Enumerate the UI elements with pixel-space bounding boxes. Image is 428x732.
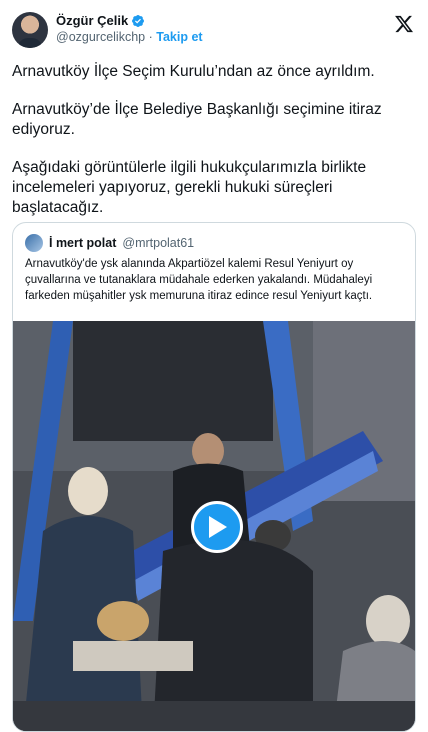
follow-button[interactable]: Takip et [156,30,202,44]
tweet-paragraph: Arnavutköy’de İlçe Belediye Başkanlığı s… [12,101,382,138]
tweet-header: Özgür Çelik @ozgurcelikchp · Takip et [12,12,416,52]
play-icon [209,516,227,538]
quoted-tweet-text: Arnavutköy'de ysk alanında Akpartiözel k… [25,258,373,302]
author-handle[interactable]: @ozgurcelikchp [56,30,145,44]
quoted-tweet-header: İ mert polat @mrtpolat61 [25,234,194,252]
video-player[interactable] [13,321,415,731]
separator-dot: · [148,30,153,44]
x-logo-icon[interactable] [394,14,414,34]
verified-badge-icon [132,14,145,27]
quoted-author-handle: @mrtpolat61 [122,236,195,250]
quoted-tweet[interactable]: İ mert polat @mrtpolat61 Arnavutköy'de y… [12,222,416,732]
author-avatar[interactable] [12,12,48,48]
tweet-text: Arnavutköy İlçe Seçim Kurulu’ndan az önc… [12,62,416,236]
quoted-author-avatar [25,234,43,252]
play-button[interactable] [191,501,243,553]
tweet-paragraph: Aşağıdaki görüntülerle ilgili hukukçular… [12,159,367,216]
author-name[interactable]: Özgür Çelik [56,13,128,28]
author-name-row: Özgür Çelik [56,13,145,28]
author-handle-row: @ozgurcelikchp · Takip et [56,30,203,44]
quoted-author-name: İ mert polat [49,236,117,250]
tweet-paragraph: Arnavutköy İlçe Seçim Kurulu’ndan az önc… [12,63,375,80]
